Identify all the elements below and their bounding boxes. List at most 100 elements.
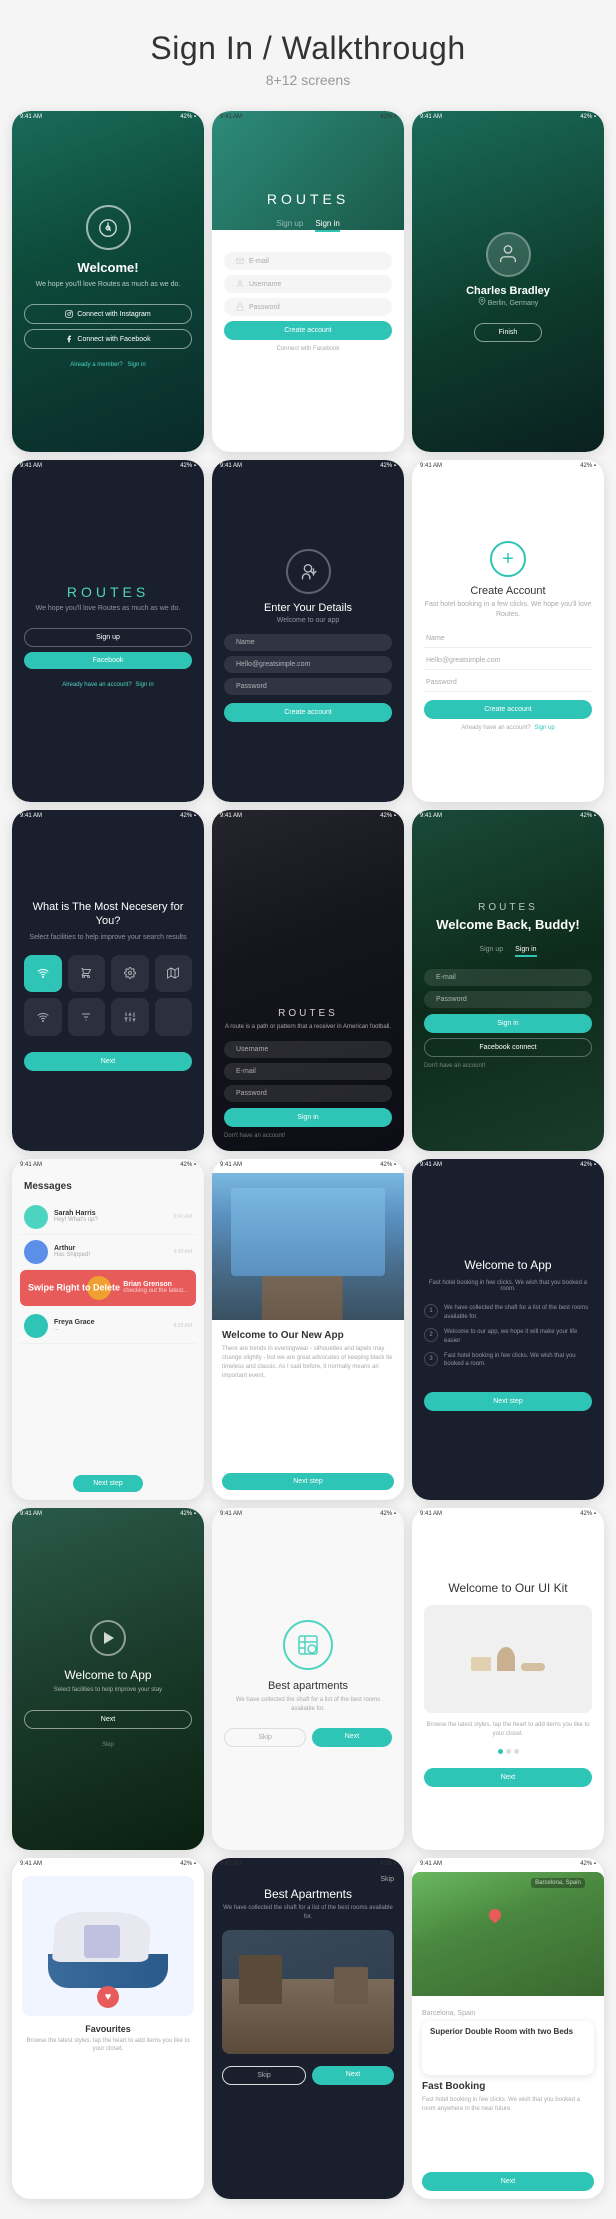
status-bar-4: 9:41 AM 42% ▪ [12,460,204,472]
wb-signin-btn[interactable]: Sign in [424,1014,592,1033]
nec-sub: Select facilities to help improve your s… [29,933,186,943]
signup-tab[interactable]: Sign up [276,219,303,232]
routes-form: E-mail Username Password Create account [224,252,392,340]
create-account-btn[interactable]: Create account [224,321,392,340]
status-bar-13: 9:41 AM 42% ▪ [12,1508,204,1520]
create-account-btn-2[interactable]: Create account [224,703,392,722]
fb-map: Barcelona, Spain [412,1872,604,1996]
email-field-2[interactable]: Hello@greatsimple.com [224,656,392,673]
fb-next-btn[interactable]: Next [422,2172,594,2191]
wb-facebook-btn[interactable]: Facebook connect [424,1038,592,1057]
sliders-icon-btn[interactable] [111,998,149,1036]
bad-skip-btn[interactable]: Skip [222,2066,306,2085]
signup-btn[interactable]: Sign up [24,628,192,647]
wb-email-field[interactable]: E-mail [424,969,592,986]
page-header: Sign In / Walkthrough 8+12 screens [0,0,616,103]
shoe-content: ♥ Favourites Browse the latest styles, t… [12,1858,204,2199]
instagram-btn[interactable]: Connect with Instagram [24,304,192,324]
wb-signup-tab[interactable]: Sign up [479,946,503,957]
screen-castle: 9:41 AM 42% ▪ Welcome to Our New App The… [212,1159,404,1500]
ba-next-btn[interactable]: Next [312,1728,392,1747]
favourite-heart-icon[interactable]: ♥ [97,1986,119,2008]
building-icon [296,1633,320,1657]
uik-next-btn[interactable]: Next [424,1768,592,1787]
ca-create-btn[interactable]: Create account [424,700,592,719]
email-field[interactable]: E-mail [224,252,392,270]
wal-next-btn[interactable]: Next step [424,1392,592,1411]
password-field-2[interactable]: Password [224,678,392,695]
ba-icon [283,1620,333,1670]
status-bar-14: 9:41 AM 42% ▪ [212,1508,404,1520]
page-subtitle: 8+12 screens [20,72,596,88]
bad-next-btn[interactable]: Next [312,2066,394,2085]
wifi-icon-btn[interactable] [24,955,62,993]
ca-name-field[interactable]: Name [424,630,592,648]
wb-tabs: Sign up Sign in [479,946,536,957]
name-field[interactable]: Name [224,634,392,651]
status-bar-10: 9:41 AM 42% ▪ [12,1159,204,1171]
routes-photo-form: Username E-mail Password Sign in Don't h… [224,1041,392,1139]
wav-title: Welcome to App [64,1668,151,1682]
castle-btn-area: Next step [222,1473,394,1490]
facebook-btn[interactable]: Connect with Facebook [24,329,192,349]
username-field[interactable]: Username [224,275,392,293]
routes-photo-content: ROUTES A route is a path or pattern that… [212,810,404,1151]
step-item-1: 1 We have collected the shaft for a list… [424,1304,592,1321]
wb-signin-tab[interactable]: Sign in [515,946,536,957]
step-text-1: We have collected the shaft for a list o… [444,1304,592,1321]
restaurant-icon-btn[interactable] [68,955,106,993]
connect-facebook[interactable]: Connect with Facebook [277,346,340,352]
screen-ui-kit: 9:41 AM 42% ▪ Welcome to Our UI Kit Brow… [412,1508,604,1849]
create-title: Create Account [470,585,545,597]
bad-skip-link[interactable]: Skip [380,1876,394,1883]
wifi2-icon-btn[interactable] [24,998,62,1036]
user-icon [236,280,244,288]
wb-footer: Don't have an account! [424,1063,592,1069]
routes-photo-sub: A route is a path or pattern that a rece… [225,1023,391,1031]
wb-title: Welcome Back, Buddy! [436,917,580,934]
step-num-2: 2 [424,1328,438,1342]
uik-image [424,1605,592,1713]
rp-email-field[interactable]: E-mail [224,1063,392,1080]
uik-shelf [471,1657,491,1671]
wb-logo: ROUTES [478,902,538,913]
ba-skip-btn[interactable]: Skip [224,1728,306,1747]
settings-icon-btn[interactable] [111,955,149,993]
already-account-text: Already have an account? Sign in [62,682,153,688]
signin-tab[interactable]: Sign in [315,219,339,232]
ca-email-field[interactable]: Hello@greatsimple.com [424,652,592,670]
enter-details-content: Enter Your Details Welcome to our app Na… [212,460,404,801]
wb-password-field[interactable]: Password [424,991,592,1008]
play-button[interactable] [90,1620,126,1656]
filter-icon-btn[interactable] [68,998,106,1036]
rp-password-field[interactable]: Password [224,1085,392,1102]
welcome-back-content: ROUTES Welcome Back, Buddy! Sign up Sign… [412,810,604,1151]
nec-next-btn[interactable]: Next [24,1052,192,1071]
facebook-btn[interactable]: Facebook [24,652,192,669]
map-icon-btn[interactable] [155,955,193,993]
password-field[interactable]: Password [224,298,392,316]
profile-location: Berlin, Germany [478,297,539,307]
shoe-label: Favourites [85,2024,131,2034]
sign-tabs: Sign up Sign in [276,219,340,232]
bad-image [222,1930,394,2055]
finish-btn[interactable]: Finish [474,323,543,342]
castle-next-btn[interactable]: Next step [222,1473,394,1490]
facebook-icon [65,335,73,343]
rp-signin-btn[interactable]: Sign in [224,1108,392,1127]
wav-next-btn[interactable]: Next [24,1710,192,1729]
rp-username-field[interactable]: Username [224,1041,392,1058]
uik-chair-scene [471,1647,545,1671]
bad-content: Skip Best Apartments We have collected t… [212,1858,404,2199]
messages-next-btn[interactable]: Next step [73,1475,143,1492]
enter-details-sub: Welcome to our app [277,617,340,624]
dark-routes-sub: We hope you'll love Routes as much as we… [36,604,181,614]
ca-password-field[interactable]: Password [424,674,592,692]
status-bar-1: 9:41 AM 42% ▪ [12,111,204,123]
ba-text: We have collected the shaft for a list o… [224,1696,392,1714]
wav-skip-link[interactable]: Skip [102,1742,114,1748]
status-bar-6: 9:41 AM 42% ▪ [412,460,604,472]
profile-content: Charles Bradley Berlin, Germany Finish [412,111,604,452]
msg-avatar-freya [24,1314,48,1338]
room-furniture-2 [334,1967,368,2004]
